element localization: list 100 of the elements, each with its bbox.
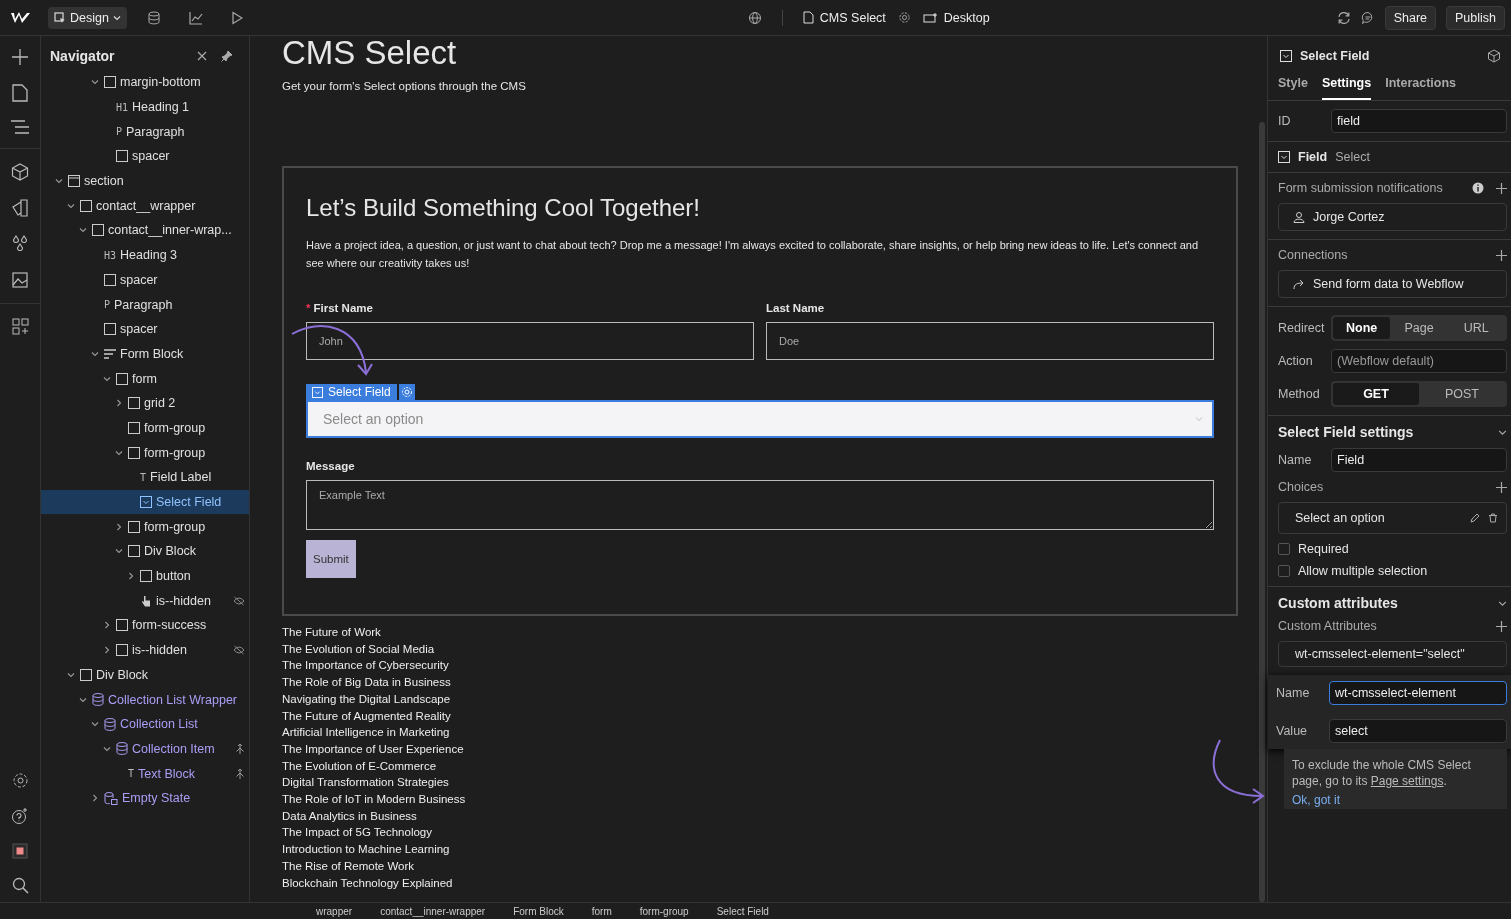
connection-item[interactable]: Send form data to Webflow bbox=[1278, 270, 1507, 298]
caret-icon[interactable] bbox=[127, 572, 135, 581]
id-field[interactable]: field bbox=[1331, 109, 1507, 133]
add-icon[interactable] bbox=[11, 48, 29, 66]
style-icon[interactable] bbox=[11, 199, 29, 217]
tree-item[interactable]: form-group bbox=[41, 440, 249, 465]
tree-item[interactable]: Collection Item bbox=[41, 736, 249, 762]
tree-item[interactable]: button bbox=[41, 563, 249, 589]
tree-item[interactable]: Form Block bbox=[41, 341, 249, 367]
checkbox[interactable] bbox=[1278, 543, 1290, 555]
caret-icon[interactable] bbox=[91, 349, 99, 358]
tree-item[interactable]: is--hidden bbox=[41, 637, 249, 663]
tree-item[interactable]: H3 Heading 3 bbox=[41, 242, 249, 268]
record-icon[interactable] bbox=[12, 843, 28, 859]
search-icon[interactable] bbox=[11, 877, 29, 894]
tree-item[interactable]: Div Block bbox=[41, 662, 249, 688]
tree-item[interactable]: T Text Block bbox=[41, 761, 249, 786]
add-icon[interactable] bbox=[1496, 620, 1507, 632]
tree-item[interactable]: contact__wrapper bbox=[41, 193, 249, 219]
name-field[interactable]: Field bbox=[1331, 448, 1507, 472]
message-field[interactable]: Example Text bbox=[306, 480, 1214, 530]
tree-item[interactable]: form-group bbox=[41, 415, 249, 441]
logo-icon[interactable] bbox=[10, 10, 32, 25]
recipient-item[interactable]: Jorge Cortez bbox=[1278, 203, 1507, 231]
navigator-icon[interactable] bbox=[10, 120, 30, 134]
eye-off-icon[interactable] bbox=[233, 645, 245, 656]
apps-icon[interactable] bbox=[11, 318, 29, 335]
segment-option[interactable]: GET bbox=[1333, 383, 1419, 405]
panel-tab[interactable]: Interactions bbox=[1385, 71, 1457, 100]
tree-item[interactable]: form-group bbox=[41, 514, 249, 540]
tree-item[interactable]: spacer bbox=[41, 267, 249, 293]
scrollbar[interactable] bbox=[1259, 122, 1265, 902]
comment-icon[interactable] bbox=[1360, 10, 1375, 25]
choice-item[interactable]: Select an option bbox=[1278, 502, 1507, 534]
text-field[interactable]: Doe bbox=[766, 322, 1214, 360]
tree-item[interactable]: Select Field bbox=[41, 489, 249, 515]
add-icon[interactable] bbox=[1496, 182, 1507, 194]
caret-icon[interactable] bbox=[91, 720, 99, 729]
help-icon[interactable] bbox=[11, 807, 29, 825]
share-button[interactable]: Share bbox=[1384, 5, 1436, 30]
breadcrumb-item[interactable]: wrapper bbox=[316, 905, 353, 917]
caret-icon[interactable] bbox=[103, 374, 111, 383]
chevron-icon[interactable] bbox=[1498, 598, 1507, 608]
tree-item[interactable]: form-success bbox=[41, 613, 249, 638]
tree-item[interactable]: spacer bbox=[41, 316, 249, 342]
tree-item[interactable]: Div Block bbox=[41, 539, 249, 564]
caret-icon[interactable] bbox=[115, 448, 123, 457]
caret-icon[interactable] bbox=[115, 399, 123, 408]
image-icon[interactable] bbox=[11, 271, 29, 289]
tree-item[interactable]: Collection List Wrapper bbox=[41, 687, 249, 712]
breadcrumb-item[interactable]: contact__inner-wrapper bbox=[380, 905, 486, 917]
segment-option[interactable]: None bbox=[1333, 317, 1391, 339]
panel-tab[interactable]: Style bbox=[1278, 71, 1308, 100]
attribute-item[interactable]: wt-cmsselect-element="select" bbox=[1278, 641, 1507, 667]
close-icon[interactable] bbox=[197, 51, 207, 61]
caret-icon[interactable] bbox=[103, 646, 111, 655]
segment-option[interactable]: URL bbox=[1447, 317, 1505, 339]
add-icon[interactable] bbox=[1496, 481, 1507, 493]
device-selector[interactable]: Desktop bbox=[922, 10, 990, 25]
caret-icon[interactable] bbox=[115, 547, 123, 556]
cube-icon[interactable] bbox=[1487, 49, 1501, 63]
checkbox[interactable] bbox=[1278, 565, 1290, 577]
database-icon[interactable] bbox=[146, 10, 161, 25]
submit-button[interactable]: Submit bbox=[306, 540, 356, 578]
page-selector[interactable]: CMS Select bbox=[802, 10, 886, 25]
caret-icon[interactable] bbox=[91, 794, 99, 803]
tree-item[interactable]: Collection List bbox=[41, 711, 249, 737]
caret-icon[interactable] bbox=[103, 744, 111, 753]
settings-icon[interactable] bbox=[398, 384, 415, 400]
publish-button[interactable]: Publish bbox=[1446, 5, 1505, 30]
tree-item[interactable]: is--hidden bbox=[41, 588, 249, 614]
caret-icon[interactable] bbox=[79, 226, 87, 235]
caret-icon[interactable] bbox=[55, 177, 63, 186]
action-field[interactable]: (Webflow default) bbox=[1331, 349, 1507, 373]
pin-icon[interactable] bbox=[221, 50, 233, 62]
caret-icon[interactable] bbox=[79, 695, 87, 704]
dismiss-link[interactable]: Ok, got it bbox=[1292, 793, 1499, 807]
page-icon[interactable] bbox=[12, 84, 28, 102]
text-field[interactable]: John bbox=[306, 322, 754, 360]
tree-item[interactable]: section bbox=[41, 168, 249, 194]
info-icon[interactable] bbox=[1472, 182, 1484, 194]
breadcrumb-item[interactable]: form-group bbox=[639, 905, 689, 917]
delete-icon[interactable] bbox=[1488, 513, 1498, 523]
sync-icon[interactable] bbox=[1336, 10, 1351, 25]
tree-item[interactable]: contact__inner-wrap... bbox=[41, 218, 249, 243]
tree-item[interactable]: margin-bottom bbox=[41, 70, 249, 95]
settings-icon[interactable] bbox=[11, 772, 29, 789]
segment-option[interactable]: POST bbox=[1419, 383, 1505, 405]
caret-icon[interactable] bbox=[67, 201, 75, 210]
drops-icon[interactable] bbox=[11, 235, 29, 253]
eye-off-icon[interactable] bbox=[233, 595, 245, 606]
globe-icon[interactable] bbox=[747, 10, 762, 25]
breadcrumb-item[interactable]: Select Field bbox=[716, 905, 769, 917]
chevron-icon[interactable] bbox=[1498, 427, 1507, 437]
caret-icon[interactable] bbox=[91, 78, 99, 87]
caret-icon[interactable] bbox=[115, 522, 123, 531]
edit-icon[interactable] bbox=[1470, 513, 1480, 523]
add-icon[interactable] bbox=[1496, 249, 1507, 261]
panel-tab[interactable]: Settings bbox=[1321, 71, 1372, 100]
chart-icon[interactable] bbox=[188, 10, 203, 25]
